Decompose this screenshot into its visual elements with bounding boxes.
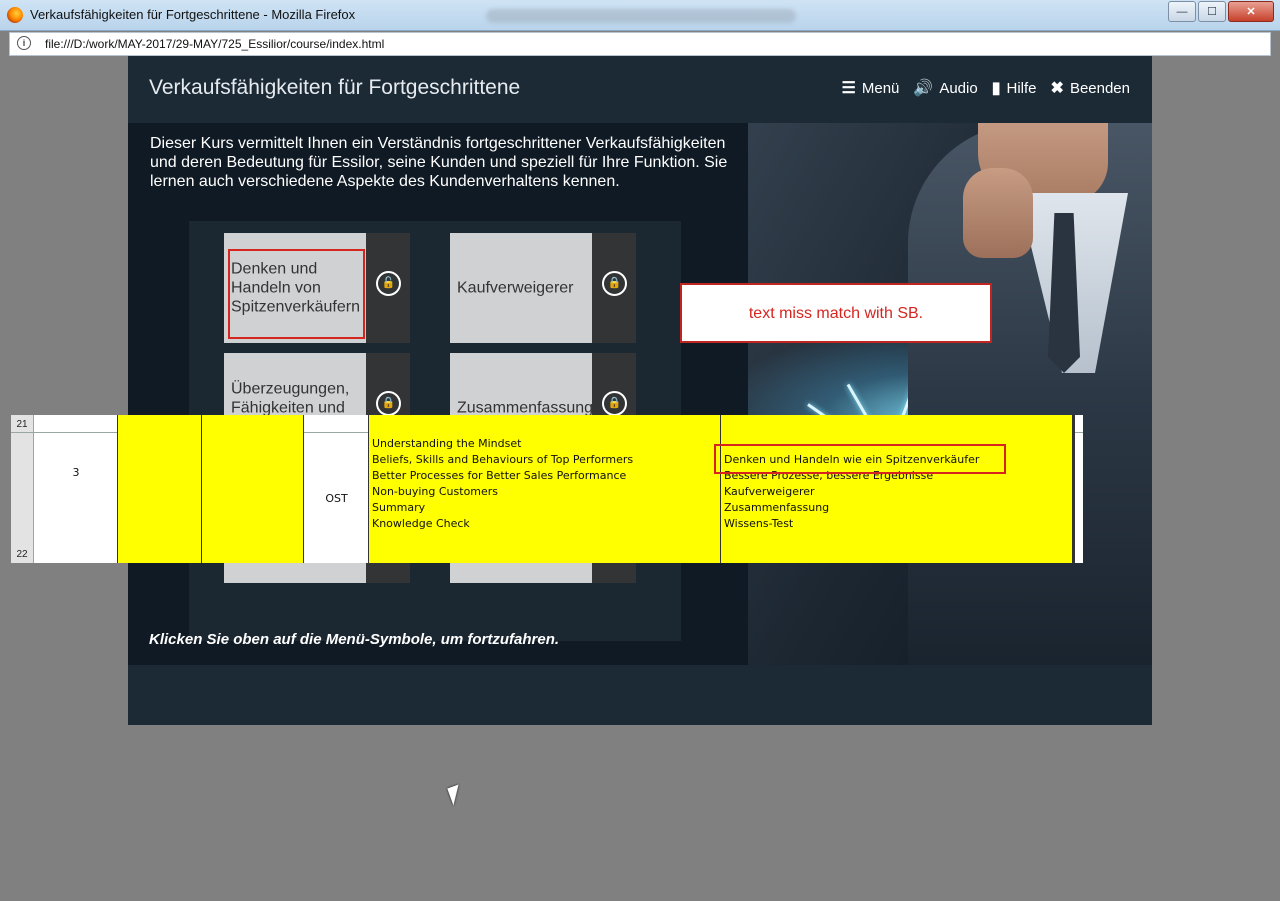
- module-tile-2[interactable]: Kaufverweigerer 🔒: [450, 233, 636, 343]
- url-text[interactable]: file:///D:/work/MAY-2017/29-MAY/725_Essi…: [45, 37, 384, 51]
- close-icon: ✖: [1050, 80, 1064, 97]
- english-line: Beliefs, Skills and Behaviours of Top Pe…: [372, 453, 634, 466]
- code-cell[interactable]: OST: [304, 415, 369, 563]
- menu-button[interactable]: ☰ Menü: [842, 78, 900, 98]
- mouse-cursor-icon: [447, 784, 465, 806]
- english-list: Understanding the Mindset Beliefs, Skill…: [372, 436, 633, 532]
- cell-value: 3: [72, 466, 80, 479]
- english-line: Knowledge Check: [372, 517, 470, 530]
- review-comment-callout: text miss match with SB.: [680, 283, 992, 343]
- empty-cell[interactable]: [202, 415, 304, 563]
- address-bar[interactable]: i file:///D:/work/MAY-2017/29-MAY/725_Es…: [9, 32, 1271, 56]
- maximize-button[interactable]: ☐: [1198, 1, 1226, 22]
- site-info-icon[interactable]: i: [17, 36, 31, 50]
- german-line: Wissens-Test: [724, 517, 794, 530]
- instruction-hint: Klicken Sie oben auf die Menü-Symbole, u…: [149, 631, 560, 648]
- help-button[interactable]: ▮ Hilfe: [992, 78, 1037, 98]
- english-line: Understanding the Mindset: [372, 437, 522, 450]
- english-line: Better Processes for Better Sales Perfor…: [372, 469, 627, 482]
- cell-value: OST: [325, 492, 348, 505]
- course-nav: ☰ Menü 🔊 Audio ▮ Hilfe ✖ Beenden: [842, 78, 1130, 98]
- module-tile-label: Kaufverweigerer: [457, 279, 574, 297]
- german-line: Kaufverweigerer: [724, 485, 815, 498]
- speaker-icon: 🔊: [913, 80, 934, 97]
- course-header: Verkaufsfähigkeiten für Fortgeschrittene…: [128, 56, 1152, 123]
- lock-icon: 🔒: [376, 391, 401, 416]
- minimize-button[interactable]: —: [1168, 1, 1196, 22]
- firefox-logo-icon: [7, 7, 23, 23]
- row-number[interactable]: 22: [11, 549, 33, 560]
- window-controls: — ☐ ✕: [1168, 1, 1274, 22]
- lock-icon: 🔒: [602, 271, 627, 296]
- close-window-button[interactable]: ✕: [1228, 1, 1274, 22]
- mismatch-highlight-box: [228, 249, 365, 339]
- exit-label: Beenden: [1069, 79, 1130, 97]
- book-icon: ▮: [991, 80, 1001, 97]
- course-footer: [128, 665, 1152, 725]
- audio-button[interactable]: 🔊 Audio: [913, 78, 977, 98]
- spreadsheet-snippet: 21 22 3 OST Understanding the Mindset Be…: [11, 415, 1083, 563]
- menu-icon: ☰: [841, 80, 856, 97]
- row-number[interactable]: 21: [11, 419, 33, 430]
- intro-panel: Dieser Kurs vermittelt Ihnen ein Verstän…: [128, 123, 748, 665]
- empty-cell[interactable]: [118, 415, 202, 563]
- hero-image: [748, 123, 1152, 665]
- german-mismatch-highlight-box: [714, 444, 1006, 474]
- course-player: Verkaufsfähigkeiten für Fortgeschrittene…: [128, 56, 1152, 725]
- course-title: Verkaufsfähigkeiten für Fortgeschrittene: [149, 76, 521, 99]
- review-comment-text: text miss match with SB.: [748, 305, 924, 322]
- german-text-cell[interactable]: Denken und Handeln wie ein Spitzenverkäu…: [721, 415, 1073, 563]
- blurred-window-title: [486, 9, 796, 23]
- number-cell[interactable]: 3: [34, 415, 118, 563]
- audio-label: Audio: [939, 79, 978, 97]
- unlocked-icon: 🔓: [376, 271, 401, 296]
- german-line: Zusammenfassung: [724, 501, 830, 514]
- intro-text: Dieser Kurs vermittelt Ihnen ein Verstän…: [150, 135, 728, 190]
- english-line: Summary: [372, 501, 426, 514]
- window-title: Verkaufsfähigkeiten für Fortgeschrittene…: [30, 7, 356, 22]
- menu-label: Menü: [861, 79, 900, 97]
- exit-button[interactable]: ✖ Beenden: [1051, 78, 1130, 98]
- english-text-cell[interactable]: Understanding the Mindset Beliefs, Skill…: [369, 415, 721, 563]
- help-label: Hilfe: [1006, 79, 1037, 97]
- row-headers: 21 22: [11, 415, 34, 563]
- lock-icon: 🔒: [602, 391, 627, 416]
- browser-titlebar: Verkaufsfähigkeiten für Fortgeschrittene…: [0, 0, 1280, 31]
- english-line: Non-buying Customers: [372, 485, 499, 498]
